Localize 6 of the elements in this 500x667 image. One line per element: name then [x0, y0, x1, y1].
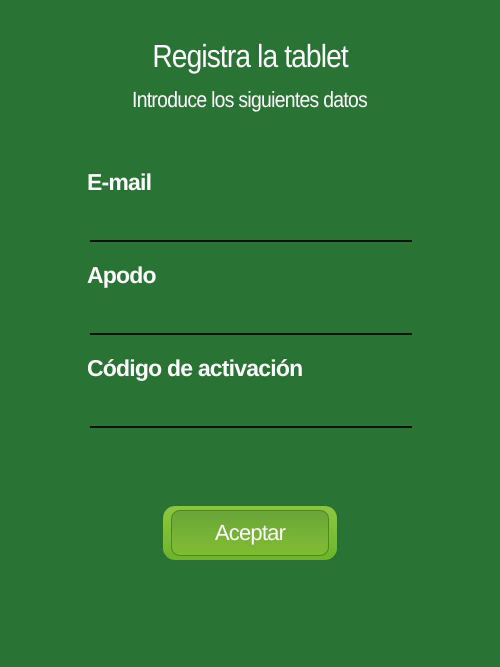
accept-button[interactable]: Aceptar — [163, 506, 337, 560]
page-subtitle: Introduce los siguientes datos — [132, 87, 368, 113]
field-label: Código de activación — [87, 355, 302, 382]
field-label: Apodo — [87, 262, 156, 289]
page-title: Registra la tablet — [152, 38, 348, 75]
field-label: E-mail — [87, 169, 152, 196]
